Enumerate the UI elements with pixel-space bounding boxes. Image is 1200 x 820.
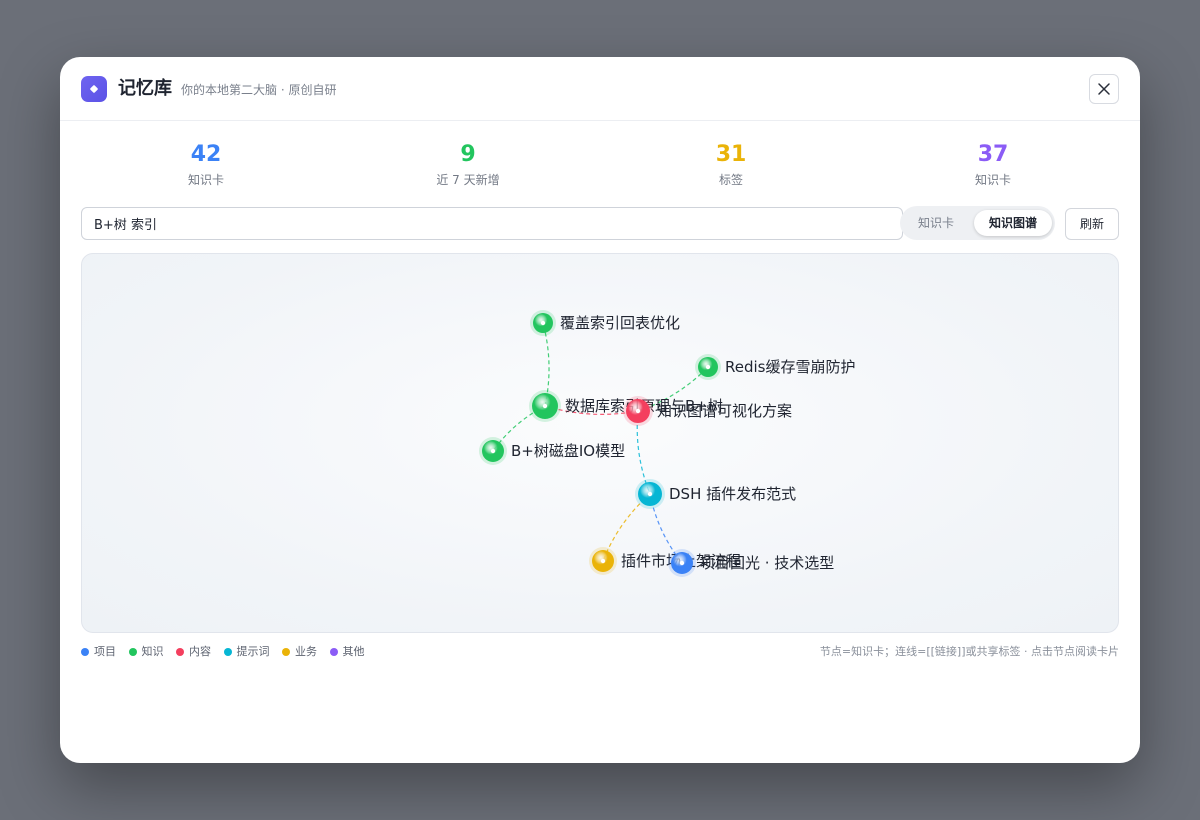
node-center-dot [490,448,496,454]
stat-label: 知识卡 [974,173,1011,187]
legend-label: 知识 [141,645,164,658]
node-label: DSH 插件发布范式 [669,485,796,503]
app-subtitle: 你的本地第二大脑 · 原创自研 [181,83,337,97]
node-center-dot [647,491,653,497]
node-label: 项目回光 · 技术选型 [700,554,834,572]
stat-label: 标签 [718,173,743,187]
legend-dot [176,648,184,656]
view-toggle: 知识卡 知识图谱 [900,206,1055,240]
legend-dot [81,648,89,656]
legend-dot [128,648,137,656]
legend-label: 其他 [342,645,365,658]
stat-tags: 31 标签 [621,141,841,189]
app-title: 记忆库 [118,78,172,99]
legend-label: 业务 [295,645,317,658]
stat-new-7-days: 9 近 7 天新增 [358,141,578,189]
legend-item-other: 其他 [329,644,365,660]
legend-dot [329,648,338,656]
node-label: B+树磁盘IO模型 [511,442,625,460]
legend-label: 项目 [94,645,116,658]
memory-vault-dialog: 记忆库 你的本地第二大脑 · 原创自研 42 知识卡 9 近 7 天新增 31 … [60,57,1140,763]
node-label: Redis缓存雪崩防护 [725,358,855,376]
graph-node-n6[interactable]: DSH 插件发布范式 [635,479,796,509]
legend-item-project: 项目 [81,644,116,660]
tab-graph[interactable]: 知识图谱 [974,210,1052,236]
legend-item-business: 业务 [282,644,317,660]
stat-cards: 42 知识卡 [96,141,316,189]
close-button[interactable] [1089,74,1119,104]
graph-node-n5[interactable]: B+树磁盘IO模型 [479,437,625,465]
stat-value: 37 [977,142,1009,167]
stat-cards-2: 37 知识卡 [883,141,1103,189]
graph-hint: 节点=知识卡；连线=[[链接]]或共享标签 · 点击节点阅读卡片 [819,645,1119,658]
tab-cards[interactable]: 知识卡 [904,210,968,236]
stat-value: 42 [190,142,222,167]
app-logo-icon [81,76,107,102]
legend-item-prompt: 提示词 [223,644,270,660]
stat-label: 近 7 天新增 [436,173,500,187]
stat-value: 9 [460,142,476,167]
legend-item-content: 内容 [176,644,211,660]
node-center-dot [705,364,711,370]
search-input[interactable] [81,207,903,240]
legend-label: 提示词 [236,645,270,658]
legend-label: 内容 [189,645,211,658]
refresh-button[interactable]: 刷新 [1065,208,1119,240]
node-center-dot [679,560,685,566]
stat-label: 知识卡 [187,173,224,187]
node-label: 知识图谱可视化方案 [657,402,792,420]
legend-item-knowledge: 知识 [128,644,164,660]
stat-value: 31 [715,142,747,167]
node-center-dot [635,408,641,414]
dialog-header: 记忆库 你的本地第二大脑 · 原创自研 [60,57,1140,121]
node-center-dot [542,403,548,409]
node-center-dot [600,558,606,564]
node-label: 覆盖索引回表优化 [560,314,680,332]
knowledge-graph-canvas[interactable]: 覆盖索引回表优化Redis缓存雪崩防护数据库索引原理与B+树知识图谱可视化方案B… [81,253,1119,633]
category-legend: 项目 知识 内容 提示词 业务 其他 [81,644,374,660]
node-center-dot [540,320,546,326]
legend-dot [282,648,290,656]
graph-svg[interactable]: 覆盖索引回表优化Redis缓存雪崩防护数据库索引原理与B+树知识图谱可视化方案B… [82,254,1118,632]
legend-dot [223,648,232,656]
graph-nodes[interactable]: 覆盖索引回表优化Redis缓存雪崩防护数据库索引原理与B+树知识图谱可视化方案B… [479,310,855,577]
graph-node-n1[interactable]: 覆盖索引回表优化 [530,310,680,336]
graph-node-n2[interactable]: Redis缓存雪崩防护 [695,354,855,380]
close-icon [1098,83,1110,95]
